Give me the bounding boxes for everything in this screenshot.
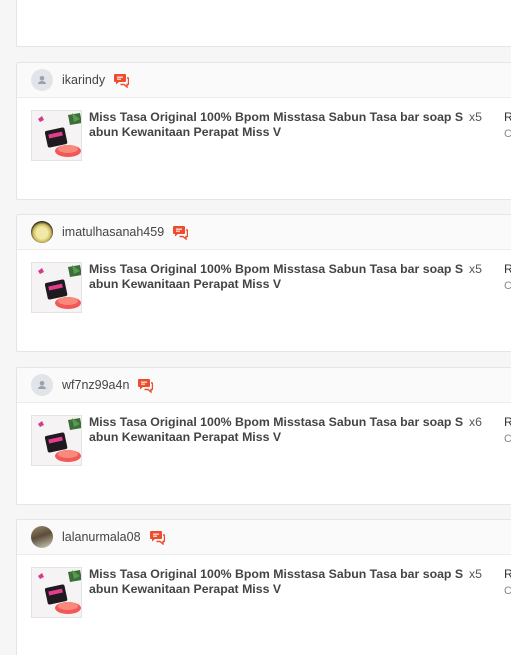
order-body: Miss Tasa Original 100% Bpom Misstasa Sa… [17, 250, 511, 352]
product-thumbnail[interactable] [31, 262, 82, 313]
sub-text: C [504, 280, 511, 292]
buyer-username[interactable]: imatulhasanah459 [62, 225, 164, 239]
price-text: R [504, 415, 511, 429]
product-thumbnail[interactable] [31, 567, 82, 618]
order-card: lalanurmala08 Miss Tasa Original 100% Bp… [16, 519, 511, 655]
order-body: Miss Tasa Original 100% Bpom Misstasa Sa… [17, 403, 511, 505]
sub-text: C [504, 128, 511, 140]
quantity: x5 [469, 567, 482, 581]
avatar[interactable] [31, 221, 53, 243]
price-text: R [504, 110, 511, 124]
chat-icon[interactable] [149, 530, 165, 545]
order-card: wf7nz99a4n Miss Tasa Original 100% Bpom … [16, 367, 511, 505]
avatar[interactable] [31, 526, 53, 548]
avatar[interactable] [31, 69, 53, 91]
sub-text: C [504, 585, 511, 597]
quantity: x6 [469, 415, 482, 429]
order-card: imatulhasanah459 Miss Tasa Original 100%… [16, 214, 511, 352]
order-header: imatulhasanah459 [17, 215, 511, 250]
product-thumbnail[interactable] [31, 415, 82, 466]
chat-icon[interactable] [113, 73, 130, 88]
quantity: x5 [469, 110, 482, 124]
user-icon [37, 380, 47, 389]
order-header: lalanurmala08 [17, 520, 511, 555]
order-body: Miss Tasa Original 100% Bpom Misstasa Sa… [17, 555, 511, 655]
order-card: ikarindy Miss Tasa Original 100% Bpom Mi… [16, 62, 511, 200]
order-card-partial [16, 0, 511, 47]
product-name[interactable]: Miss Tasa Original 100% Bpom Misstasa Sa… [89, 262, 467, 292]
price-text: R [504, 567, 511, 581]
order-header: wf7nz99a4n [17, 368, 511, 403]
product-name[interactable]: Miss Tasa Original 100% Bpom Misstasa Sa… [89, 110, 467, 140]
chat-icon[interactable] [137, 378, 154, 393]
buyer-username[interactable]: lalanurmala08 [62, 530, 141, 544]
buyer-username[interactable]: wf7nz99a4n [62, 378, 129, 392]
sub-text: C [504, 433, 511, 445]
order-body: Miss Tasa Original 100% Bpom Misstasa Sa… [17, 98, 511, 200]
order-header: ikarindy [17, 63, 511, 98]
chat-icon[interactable] [172, 225, 189, 240]
buyer-username[interactable]: ikarindy [62, 73, 105, 87]
quantity: x5 [469, 262, 482, 276]
order-list: ikarindy Miss Tasa Original 100% Bpom Mi… [0, 0, 511, 655]
product-name[interactable]: Miss Tasa Original 100% Bpom Misstasa Sa… [89, 415, 467, 445]
product-thumbnail[interactable] [31, 110, 82, 161]
price-text: R [504, 262, 511, 276]
avatar[interactable] [31, 374, 53, 396]
user-icon [37, 75, 47, 84]
product-name[interactable]: Miss Tasa Original 100% Bpom Misstasa Sa… [89, 567, 467, 597]
